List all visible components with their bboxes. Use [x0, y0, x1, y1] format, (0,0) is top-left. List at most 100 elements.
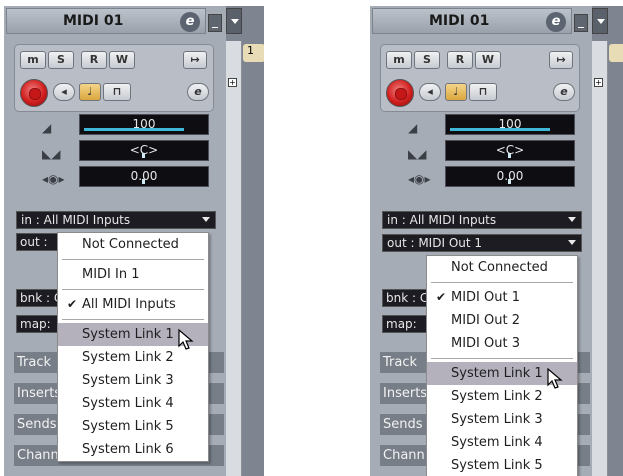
menu-item[interactable]: System Link 4: [427, 431, 577, 454]
midi-output-select[interactable]: out : MIDI Out 1: [382, 234, 582, 252]
midi-input-select[interactable]: in : All MIDI Inputs: [382, 211, 582, 229]
menu-item-label: Not Connected: [82, 237, 179, 252]
write-button[interactable]: W: [109, 51, 135, 69]
pan-slider[interactable]: <C>: [445, 140, 575, 161]
project-area: +: [592, 6, 623, 476]
output-route-button[interactable]: ↦: [549, 51, 573, 69]
track-item[interactable]: [609, 44, 623, 62]
menu-item-label: System Link 4: [82, 396, 174, 411]
edit-instrument-button[interactable]: e: [553, 83, 575, 101]
input-value: All MIDI Inputs: [409, 213, 497, 227]
track-name: MIDI 01: [63, 13, 124, 29]
menu-item[interactable]: System Link 1: [58, 323, 208, 350]
chevron-down-icon: [568, 217, 576, 222]
lock-icon[interactable]: ⊓: [103, 83, 131, 101]
inspector-panel-output: MIDI 01 e m S R W ↦ ◂ ♩ ⊓ e ◢ 100 ◣◢ <C>…: [370, 6, 623, 476]
menu-item[interactable]: System Link 4: [58, 392, 208, 415]
menu-item[interactable]: System Link 5: [427, 454, 577, 476]
menu-item[interactable]: System Link 3: [427, 408, 577, 431]
menu-item[interactable]: MIDI In 1: [58, 263, 208, 286]
menu-separator: [427, 355, 577, 362]
menu-item[interactable]: Not Connected: [427, 256, 577, 279]
menu-item[interactable]: System Link 2: [58, 346, 208, 369]
menu-item[interactable]: MIDI Out 2: [427, 309, 577, 332]
expand-icon[interactable]: +: [228, 78, 237, 87]
track-controls: m S R W ↦ ◂ ♩ ⊓ e: [14, 44, 214, 112]
delay-slider[interactable]: 0.00: [445, 166, 575, 187]
volume-icon: ◢: [42, 121, 52, 135]
map-select[interactable]: map:: [382, 315, 432, 333]
monitor-icon[interactable]: ◂: [419, 83, 441, 101]
edit-instrument-button[interactable]: e: [187, 83, 209, 101]
minimize-button[interactable]: [208, 14, 222, 32]
time-base-button[interactable]: ♩: [445, 83, 467, 101]
solo-button[interactable]: S: [48, 51, 74, 69]
volume-icon: ◢: [408, 121, 418, 135]
menu-separator: [427, 279, 577, 286]
track-controls: m S R W ↦ ◂ ♩ ⊓ e: [380, 44, 580, 112]
edit-channel-button[interactable]: e: [546, 12, 566, 32]
track-item[interactable]: 1: [243, 44, 264, 62]
solo-button[interactable]: S: [414, 51, 440, 69]
volume-slider[interactable]: 100: [445, 114, 575, 135]
record-icon[interactable]: [386, 79, 414, 107]
pan-icon: ◣◢: [42, 147, 61, 161]
menu-item-label: System Link 3: [82, 373, 174, 388]
input-label: in :: [387, 213, 410, 227]
time-base-button[interactable]: ♩: [79, 83, 101, 101]
project-area: + 1: [226, 6, 264, 476]
monitor-icon[interactable]: ◂: [53, 83, 75, 101]
lock-icon[interactable]: ⊓: [469, 83, 497, 101]
track-name: MIDI 01: [429, 13, 490, 29]
volume-slider[interactable]: 100: [79, 114, 209, 135]
menu-item-label: System Link 3: [451, 412, 543, 427]
menu-item[interactable]: System Link 3: [58, 369, 208, 392]
menu-item-label: MIDI Out 3: [451, 336, 520, 351]
midi-input-select[interactable]: in : All MIDI Inputs: [16, 211, 216, 229]
menu-item-label: System Link 1: [82, 327, 174, 342]
volume-fill: [450, 128, 550, 131]
mute-button[interactable]: m: [386, 51, 412, 69]
menu-item-label: System Link 5: [451, 458, 543, 473]
menu-item[interactable]: System Link 5: [58, 415, 208, 438]
checkmark-icon: ✔: [436, 290, 447, 304]
output-route-button[interactable]: ↦: [183, 51, 207, 69]
menu-item[interactable]: MIDI Out 3: [427, 332, 577, 355]
pan-slider[interactable]: <C>: [79, 140, 209, 161]
menu-item-label: All MIDI Inputs: [82, 297, 176, 312]
bank-select[interactable]: bnk : C: [382, 289, 432, 307]
delay-marker: [508, 179, 511, 184]
menu-item[interactable]: System Link 2: [427, 385, 577, 408]
write-button[interactable]: W: [475, 51, 501, 69]
delay-slider[interactable]: 0.00: [79, 166, 209, 187]
menu-item-label: System Link 2: [451, 389, 543, 404]
menu-item[interactable]: System Link 6: [58, 438, 208, 461]
edit-channel-button[interactable]: e: [180, 12, 200, 32]
track-title-bar[interactable]: MIDI 01 e: [6, 8, 206, 34]
read-button[interactable]: R: [447, 51, 473, 69]
mute-button[interactable]: m: [20, 51, 46, 69]
minimize-button[interactable]: [574, 14, 588, 32]
project-menu-button[interactable]: [592, 8, 608, 34]
pan-icon: ◣◢: [408, 147, 427, 161]
output-label: out :: [387, 236, 419, 250]
pan-marker: [142, 153, 145, 158]
menu-item[interactable]: ✔ All MIDI Inputs: [58, 293, 208, 316]
pan-marker: [508, 153, 511, 158]
delay-icon: ◂◉▸: [42, 172, 65, 186]
menu-item-label: MIDI In 1: [82, 267, 140, 282]
menu-item-label: System Link 5: [82, 419, 174, 434]
menu-item[interactable]: ✔ MIDI Out 1: [427, 286, 577, 309]
track-title-bar[interactable]: MIDI 01 e: [372, 8, 572, 34]
menu-item-label: Not Connected: [451, 260, 548, 275]
menu-item[interactable]: System Link 1: [427, 362, 577, 389]
input-popup-menu: Not Connected MIDI In 1 ✔ All MIDI Inputs Sy…: [57, 232, 209, 462]
project-menu-button[interactable]: [226, 8, 242, 34]
chevron-down-icon: [568, 240, 576, 245]
record-icon[interactable]: [20, 79, 48, 107]
menu-item[interactable]: Not Connected: [58, 233, 208, 256]
checkmark-icon: ✔: [67, 297, 78, 311]
expand-icon[interactable]: +: [594, 78, 603, 87]
track-list-strip: [592, 41, 608, 476]
read-button[interactable]: R: [81, 51, 107, 69]
